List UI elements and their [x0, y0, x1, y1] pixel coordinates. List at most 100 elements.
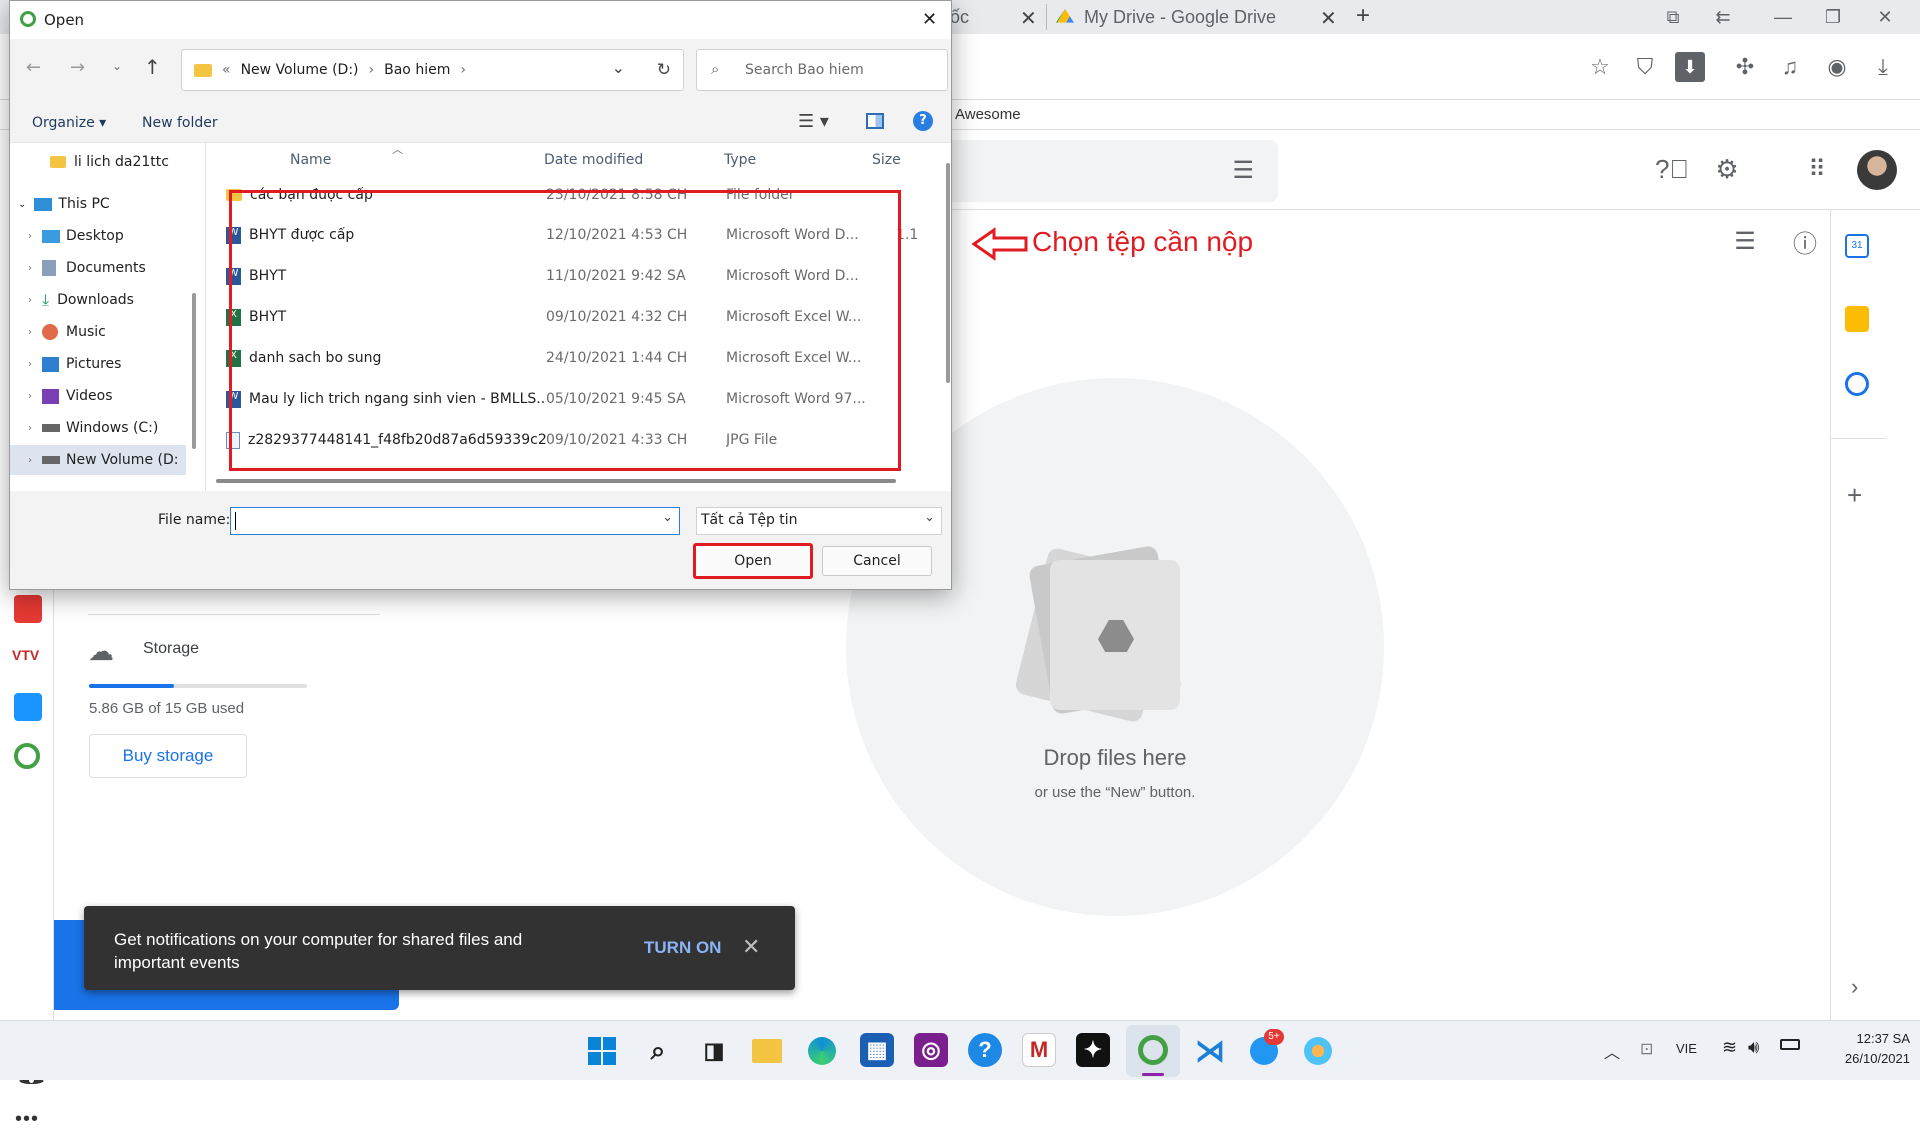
horizontal-scrollbar[interactable] — [216, 479, 896, 483]
chevron-right-icon[interactable]: › — [28, 391, 32, 402]
search-icon[interactable]: ⌕ — [638, 1031, 678, 1071]
playlist-icon[interactable]: ♫ — [1775, 52, 1805, 82]
chevron-right-icon[interactable]: › — [28, 423, 32, 434]
nav-item-videos[interactable]: › Videos — [10, 381, 196, 411]
nav-item-downloads[interactable]: › ⤓ Downloads — [10, 285, 196, 315]
battery-icon[interactable] — [1780, 1039, 1800, 1050]
close-tab-icon[interactable]: ✕ — [1320, 6, 1337, 31]
nav-item-this-pc[interactable]: ⌄ This PC — [10, 189, 196, 219]
help-icon[interactable]: ?⃝ — [1655, 154, 1689, 184]
chevron-right-icon[interactable]: › — [28, 359, 32, 370]
weather-app-icon[interactable] — [1304, 1037, 1332, 1065]
keep-icon[interactable] — [1845, 306, 1869, 332]
task-view-icon[interactable]: ◨ — [694, 1031, 734, 1071]
start-icon[interactable] — [588, 1037, 616, 1065]
avatar[interactable] — [1857, 150, 1897, 190]
chevron-right-icon[interactable]: › — [28, 263, 32, 274]
column-name[interactable]: Name — [290, 152, 544, 168]
nav-item-desktop[interactable]: › Desktop — [10, 221, 196, 251]
chevron-right-icon[interactable]: › — [28, 295, 32, 306]
search-bar[interactable]: ☰ — [944, 140, 1278, 202]
chevron-right-icon[interactable]: › — [28, 455, 32, 466]
game-icon[interactable]: ✦ — [1076, 1033, 1110, 1067]
mcafee-icon[interactable]: M — [1022, 1033, 1056, 1067]
network-monitor-icon[interactable]: ⊡ — [1640, 1039, 1653, 1059]
address-bar[interactable]: « New Volume (D:) › Bao hiem › ⌄ ↻ — [181, 49, 684, 91]
vertical-scrollbar[interactable] — [946, 163, 950, 383]
search-field[interactable]: ⌕ Search Bao hiem — [696, 49, 948, 91]
column-type[interactable]: Type — [724, 152, 872, 168]
app-icon[interactable]: ◎ — [914, 1033, 948, 1067]
help-icon[interactable]: ? — [913, 111, 933, 131]
close-icon[interactable]: ✕ — [742, 934, 760, 960]
volume-icon[interactable]: 🔊︎ — [1748, 1037, 1759, 1058]
help-app-icon[interactable]: ? — [968, 1033, 1002, 1067]
chevron-up-icon[interactable]: ︿ — [1604, 1039, 1620, 1063]
breadcrumb-drive[interactable]: New Volume (D:) — [241, 62, 359, 78]
file-explorer-icon[interactable] — [752, 1039, 782, 1063]
new-tab-button[interactable]: + — [1356, 2, 1370, 30]
close-window-icon[interactable]: ✕ — [1870, 2, 1900, 32]
more-icon[interactable]: ••• — [15, 1108, 39, 1131]
nav-item-windows-c[interactable]: › Windows (C:) — [10, 413, 196, 443]
language-indicator[interactable]: VIE — [1676, 1041, 1697, 1056]
tab-search-icon[interactable]: ⧉ — [1658, 2, 1688, 32]
chevron-down-icon[interactable]: ⌄ — [612, 58, 625, 77]
list-view-icon[interactable]: ☰ — [1730, 226, 1760, 256]
clock-time[interactable]: 12:37 SA — [1830, 1031, 1911, 1046]
column-size[interactable]: Size — [872, 152, 912, 168]
shield-icon[interactable]: ⛉ — [1630, 52, 1660, 82]
breadcrumb-folder[interactable]: Bao hiem — [384, 62, 450, 78]
breadcrumb-overflow[interactable]: « — [222, 62, 231, 78]
file-type-select[interactable]: Tất cả Tệp tin ⌄ — [696, 507, 942, 535]
extensions-icon[interactable]: ✣ — [1730, 52, 1760, 82]
nav-item-music[interactable]: › Music — [10, 317, 196, 347]
tiki-app-icon[interactable] — [14, 693, 42, 721]
profile-icon[interactable]: ◉ — [1822, 52, 1852, 82]
turn-on-button[interactable]: TURN ON — [644, 938, 721, 958]
nav-item-documents[interactable]: › Documents — [10, 253, 196, 283]
recent-dropdown-icon[interactable]: ⌄ — [112, 59, 122, 73]
vtv-app-icon[interactable]: VTV — [12, 647, 39, 663]
restore-icon[interactable]: ❐ — [1818, 2, 1848, 32]
nav-item-li-lich[interactable]: li lich da21ttc — [10, 147, 196, 177]
downloads-icon[interactable]: ⤓ — [1868, 52, 1898, 82]
clock-date[interactable]: 26/10/2021 — [1810, 1051, 1910, 1066]
close-icon[interactable]: ✕ — [922, 9, 937, 30]
coccoc-app-icon[interactable] — [14, 743, 40, 769]
chevron-down-icon[interactable]: ⌄ — [924, 510, 935, 525]
tab-google-drive[interactable]: My Drive - Google Drive — [1056, 0, 1346, 34]
bookmark-awesome[interactable]: Awesome — [955, 106, 1021, 123]
minimize-icon[interactable]: — — [1768, 2, 1798, 32]
close-tab-icon[interactable]: ✕ — [1020, 6, 1037, 31]
edge-icon[interactable] — [808, 1037, 836, 1065]
open-button[interactable]: Open — [693, 543, 813, 579]
chevron-right-icon[interactable]: › — [460, 62, 466, 78]
calendar-icon[interactable]: 31 — [1845, 234, 1869, 258]
apps-grid-icon[interactable]: ⠿ — [1802, 154, 1832, 184]
chevron-down-icon[interactable]: ⌄ — [662, 510, 673, 525]
column-date[interactable]: Date modified — [544, 152, 724, 168]
new-folder-button[interactable]: New folder — [142, 115, 218, 131]
file-name-input[interactable]: ⌄ — [230, 507, 680, 535]
up-arrow-icon[interactable]: ↑ — [144, 55, 161, 79]
star-icon[interactable]: ☆ — [1585, 52, 1615, 82]
cancel-button[interactable]: Cancel — [822, 546, 932, 576]
vscode-icon[interactable]: ⋊ — [1190, 1031, 1230, 1071]
nav-item-new-volume-d[interactable]: › New Volume (D: — [10, 445, 186, 475]
chevron-right-icon[interactable]: › — [28, 327, 32, 338]
preview-pane-icon[interactable] — [866, 113, 884, 129]
refresh-icon[interactable]: ↻ — [657, 60, 671, 80]
view-options-icon[interactable]: ☰ ▾ — [798, 111, 829, 132]
buy-storage-button[interactable]: Buy storage — [89, 734, 247, 778]
download-manager-icon[interactable]: ⬇ — [1675, 52, 1705, 82]
chevron-right-icon[interactable]: › — [1851, 974, 1858, 1000]
back-arrow-icon[interactable]: ← — [26, 57, 41, 78]
forward-arrow-icon[interactable]: → — [70, 57, 85, 78]
add-addon-icon[interactable]: + — [1847, 480, 1862, 511]
organize-button[interactable]: Organize ▾ — [32, 115, 106, 131]
chevron-down-icon[interactable]: ⌄ — [18, 199, 26, 210]
store-icon[interactable]: ▦ — [860, 1033, 894, 1067]
nav-item-pictures[interactable]: › Pictures — [10, 349, 196, 379]
shopping-app-icon[interactable] — [14, 595, 42, 623]
